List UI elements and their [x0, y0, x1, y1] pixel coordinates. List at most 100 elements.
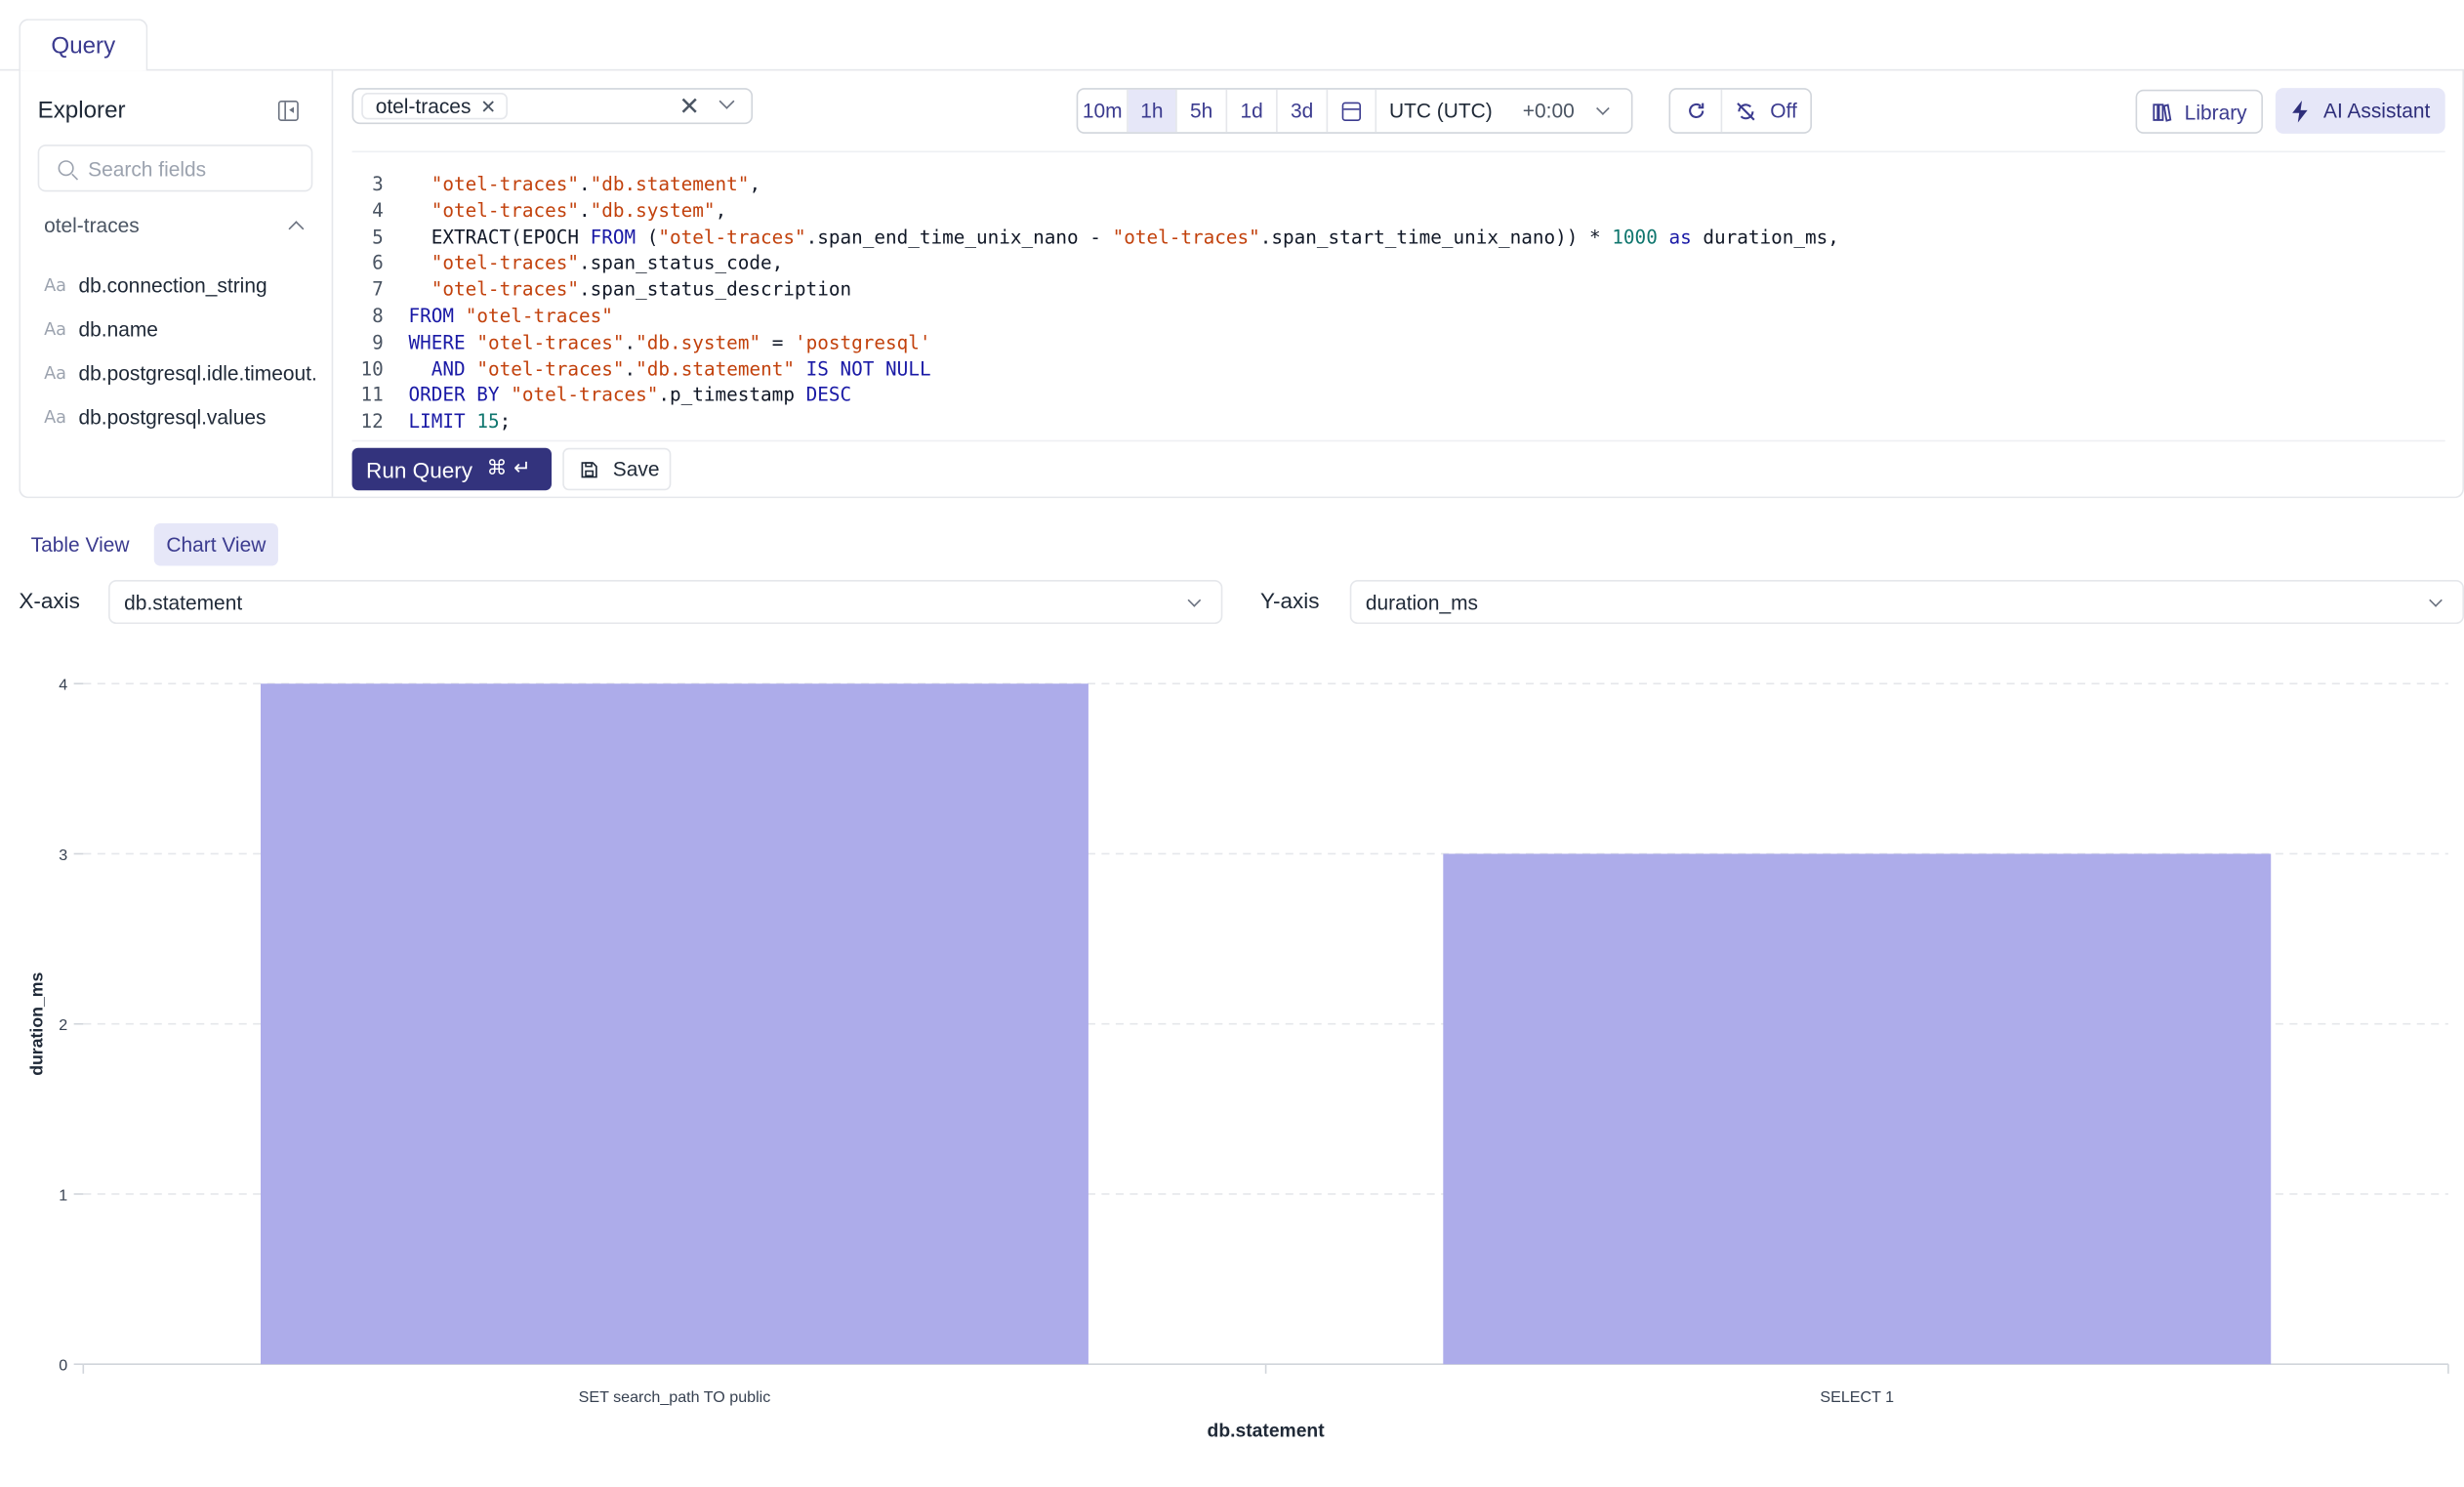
code-token: "otel-traces": [431, 278, 579, 301]
run-query-button[interactable]: Run Query ⌘ ↵: [351, 447, 553, 491]
tab-chart-view[interactable]: Chart View: [153, 523, 278, 566]
field-name: db.name: [78, 316, 158, 341]
sql-editor[interactable]: 3 "otel-traces". "db.statement", 4 "otel-t…: [352, 171, 2445, 438]
timezone-select[interactable]: UTC (UTC) +0:00: [1376, 90, 1631, 132]
save-button[interactable]: Save: [562, 447, 672, 491]
code-token: "otel-traces": [431, 199, 579, 222]
x-tick-label: SELECT 1: [1820, 1388, 1894, 1406]
chevron-down-icon[interactable]: [719, 93, 735, 109]
text-type-icon: Aa: [44, 317, 67, 339]
code-token: .: [624, 357, 637, 380]
code-token: "otel-traces": [431, 252, 579, 274]
code-token: "otel-traces": [658, 226, 806, 248]
refresh-button[interactable]: [1670, 89, 1723, 133]
code-line: 5 EXTRACT(EPOCH FROM ("otel-traces" .span…: [352, 225, 2445, 251]
field-item[interactable]: Aa db.postgresql.values: [44, 394, 327, 438]
x-axis-label: X-axis: [19, 588, 80, 613]
code-token: "otel-traces": [476, 357, 625, 380]
code-token: "otel-traces": [1112, 226, 1260, 248]
refresh-icon: [1688, 103, 1704, 119]
y-axis-value: duration_ms: [1365, 590, 1478, 614]
range-5h-button[interactable]: 5h: [1177, 89, 1228, 133]
timezone-label: UTC (UTC): [1388, 99, 1493, 123]
remove-chip-icon[interactable]: ✕: [480, 95, 496, 117]
field-list: Aa db.connection_string Aa db.name Aa db.post…: [44, 263, 327, 438]
stream-chip: otel-traces ✕: [361, 92, 508, 120]
y-tick-label: 0: [59, 1357, 67, 1375]
y-tick-label: 3: [59, 847, 67, 864]
line-number: 11: [360, 384, 384, 406]
field-name: db.postgresql.values: [78, 404, 267, 429]
y-axis-select[interactable]: duration_ms: [1349, 579, 2464, 625]
code-token: .: [624, 331, 637, 353]
refresh-off-icon: [1737, 102, 1756, 120]
code-token: FROM: [408, 305, 455, 327]
stream-group-header[interactable]: otel-traces: [44, 212, 308, 237]
bar: [261, 683, 1088, 1365]
chevron-up-icon[interactable]: [288, 220, 305, 236]
ai-assistant-button[interactable]: AI Assistant: [2275, 88, 2445, 134]
code-line: 8 FROM "otel-traces": [352, 304, 2445, 330]
search-fields-input[interactable]: [88, 156, 308, 181]
code-token: 'postgresql': [795, 331, 931, 353]
range-1d-button[interactable]: 1d: [1227, 89, 1278, 133]
calendar-icon: [1341, 101, 1362, 121]
text-type-icon: Aa: [44, 273, 67, 295]
code-token: "db.statement": [636, 357, 796, 380]
field-item[interactable]: Aa db.name: [44, 307, 327, 351]
code-token: "db.system": [636, 331, 761, 353]
editor-divider: [351, 439, 2445, 442]
code-line: 4 "otel-traces". "db.system",: [352, 197, 2445, 224]
chevron-down-icon[interactable]: [1187, 594, 1202, 607]
code-token: .span_status_code,: [578, 252, 784, 274]
field-item[interactable]: Aa db.connection_string: [44, 263, 327, 307]
code-token: =: [760, 331, 796, 353]
calendar-button[interactable]: [1328, 89, 1377, 133]
code-token: .span_start_time_unix_nano)) *: [1259, 226, 1613, 248]
range-1h-button[interactable]: 1h: [1128, 89, 1177, 133]
code-token: FROM: [590, 226, 637, 248]
code-token: WHERE: [408, 331, 466, 353]
explorer-title: Explorer: [37, 97, 126, 125]
line-number: 6: [372, 252, 384, 274]
range-3d-button[interactable]: 3d: [1278, 89, 1329, 133]
save-icon: [581, 461, 597, 477]
code-token: "otel-traces": [476, 331, 625, 353]
line-number: 7: [372, 278, 384, 301]
tab-query[interactable]: Query: [19, 19, 148, 71]
line-number: 3: [372, 173, 384, 195]
code-token: .p_timestamp: [658, 384, 806, 406]
line-number: 4: [372, 199, 384, 222]
tab-table-view[interactable]: Table View: [19, 523, 142, 565]
field-item[interactable]: Aa db.postgresql.idle.timeout.: [44, 351, 327, 394]
text-type-icon: Aa: [44, 406, 67, 428]
range-10m-button[interactable]: 10m: [1078, 89, 1129, 133]
code-token: DESC: [805, 384, 852, 406]
chevron-down-icon[interactable]: [2429, 594, 2443, 607]
line-number: 9: [372, 331, 384, 353]
clear-icon[interactable]: ✕: [678, 91, 700, 122]
y-tick-label: 1: [59, 1186, 67, 1204]
code-token: "otel-traces": [465, 305, 613, 327]
code-token: 15: [476, 410, 500, 433]
library-button[interactable]: Library: [2135, 89, 2263, 134]
chevron-down-icon[interactable]: [1596, 102, 1610, 115]
stream-selector[interactable]: otel-traces ✕ ✕: [351, 88, 754, 125]
field-search[interactable]: [37, 145, 313, 192]
auto-refresh-button[interactable]: Off: [1722, 90, 1810, 132]
collapse-sidebar-icon[interactable]: [277, 101, 299, 121]
search-icon: [58, 160, 74, 177]
code-token: "db.statement": [590, 173, 750, 195]
code-token: "otel-traces": [431, 173, 579, 195]
x-axis-select[interactable]: db.statement: [108, 579, 1223, 625]
code-token: 1000: [1612, 226, 1658, 248]
line-number: 8: [372, 305, 384, 327]
